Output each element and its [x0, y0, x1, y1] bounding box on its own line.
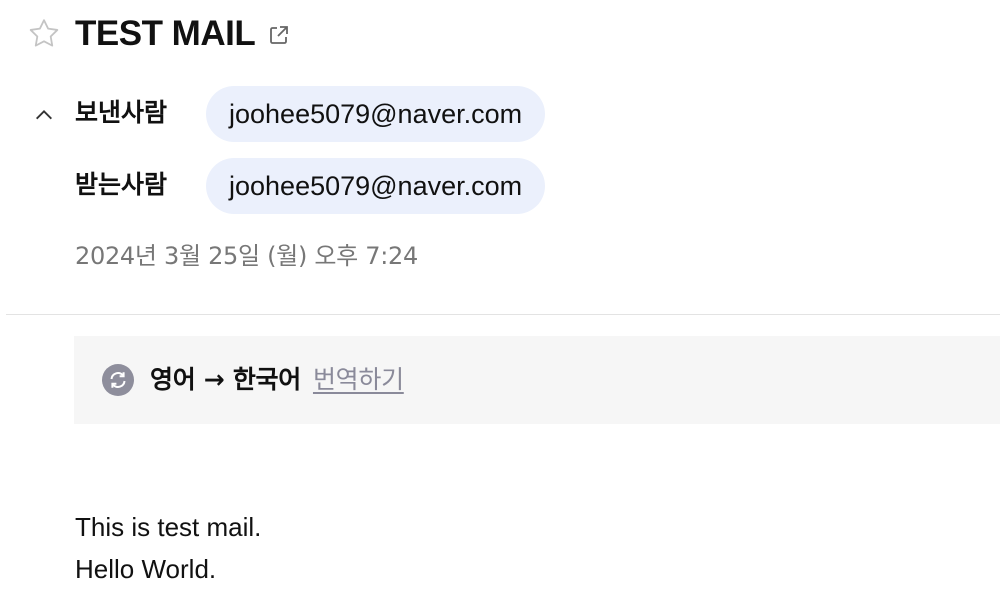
mail-body-line: This is test mail.: [75, 512, 262, 542]
star-button[interactable]: [24, 14, 64, 54]
translate-refresh-icon: [102, 364, 134, 396]
sender-label: 보낸사람: [75, 98, 168, 127]
received-date: 2024년 3월 25일 (월) 오후 7:24: [75, 242, 418, 270]
mail-body-line: Hello World.: [75, 554, 217, 584]
sender-address-chip[interactable]: joohee5079@naver.com: [206, 86, 546, 142]
open-new-window-button[interactable]: [264, 20, 294, 50]
open-in-new-window-icon: [270, 26, 288, 44]
translate-language-pair: 영어 → 한국어: [150, 365, 301, 394]
collapse-recipients-button[interactable]: [28, 99, 60, 131]
recipient-address-chip[interactable]: joohee5079@naver.com: [206, 158, 546, 214]
header-divider: [6, 314, 1000, 315]
star-outline-icon: [29, 19, 59, 47]
recipient-label: 받는사람: [75, 170, 168, 199]
translate-bar: 영어 → 한국어 번역하기: [74, 336, 1000, 424]
translate-link[interactable]: 번역하기: [313, 364, 404, 396]
chevron-up-icon: [36, 110, 52, 120]
mail-subject: TEST MAIL: [75, 14, 256, 53]
